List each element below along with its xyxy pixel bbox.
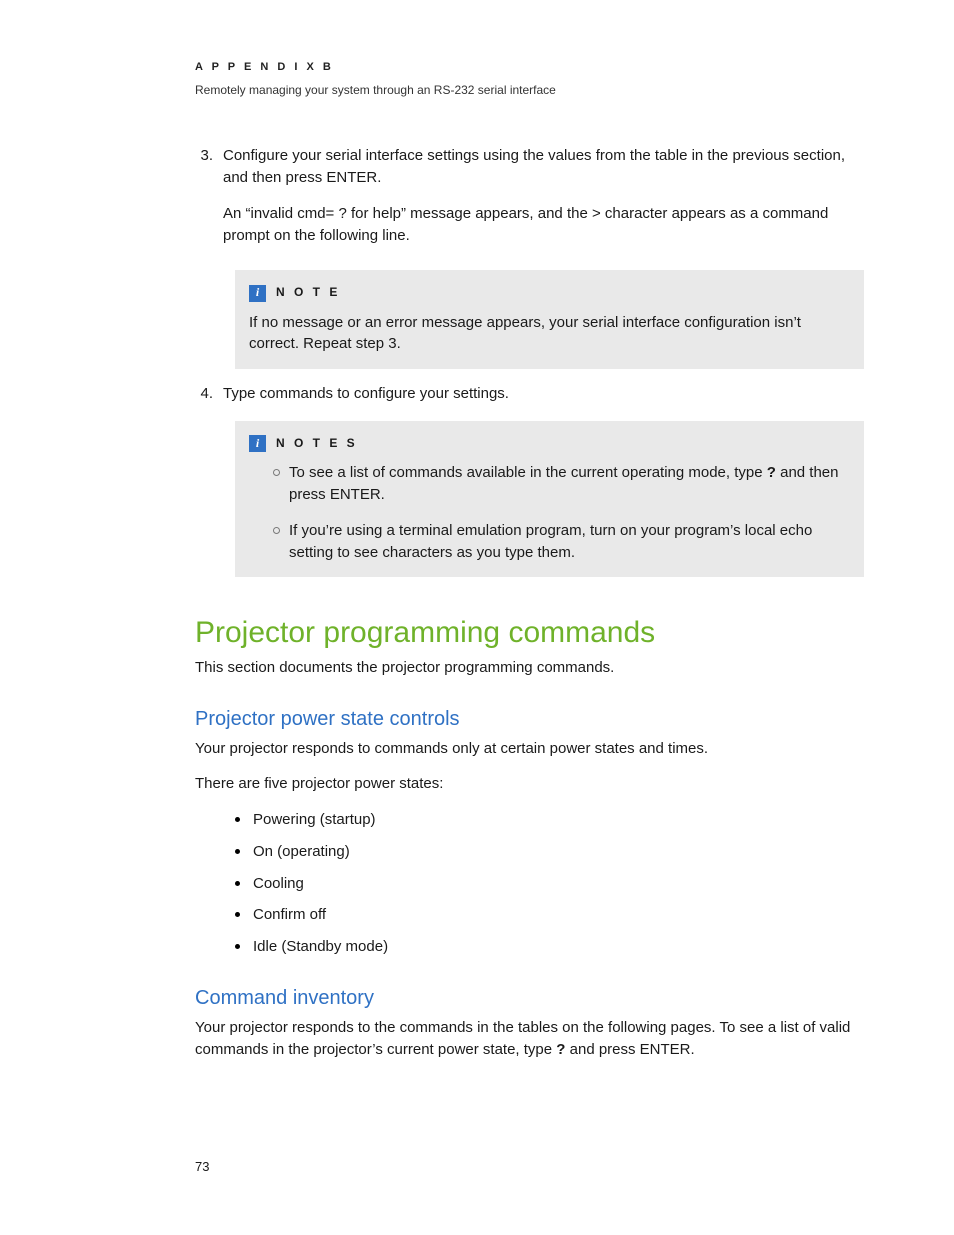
step-body: Configure your serial interface settings… <box>223 145 864 260</box>
step-4: 4. Type commands to configure your setti… <box>195 383 864 411</box>
step-3-p1: Configure your serial interface settings… <box>223 145 864 189</box>
list-item: On (operating) <box>235 841 864 863</box>
command-inventory-p1: Your projector responds to the commands … <box>195 1017 864 1061</box>
list-item: Confirm off <box>235 904 864 926</box>
info-icon: i <box>249 435 266 452</box>
note-callout: i N O T E If no message or an error mess… <box>235 270 864 369</box>
page-number: 73 <box>195 1158 209 1177</box>
power-state-p2: There are five projector power states: <box>195 773 864 795</box>
text-fragment: Your projector responds to the commands … <box>195 1019 850 1058</box>
notes-callout: i N O T E S To see a list of commands av… <box>235 421 864 577</box>
callout-list-item: If you’re using a terminal emulation pro… <box>273 520 848 564</box>
callout-header: i N O T E S <box>249 435 848 452</box>
list-item: Cooling <box>235 873 864 895</box>
appendix-eyebrow: A P P E N D I X B <box>195 60 864 76</box>
callout-title: N O T E <box>276 284 340 301</box>
callout-list: To see a list of commands available in t… <box>249 462 848 563</box>
step-body: Type commands to configure your settings… <box>223 383 864 411</box>
appendix-subtitle: Remotely managing your system through an… <box>195 82 864 99</box>
step-3-p2: An “invalid cmd= ? for help” message app… <box>223 203 864 247</box>
callout-header: i N O T E <box>249 284 848 301</box>
list-item: Powering (startup) <box>235 809 864 831</box>
bold-question-mark: ? <box>767 464 776 481</box>
callout-text: If no message or an error message appear… <box>249 312 848 356</box>
section-intro: This section documents the projector pro… <box>195 657 864 679</box>
step-3: 3. Configure your serial interface setti… <box>195 145 864 260</box>
callout-list-item: To see a list of commands available in t… <box>273 462 848 506</box>
step-number: 4. <box>195 383 223 411</box>
list-item: Idle (Standby mode) <box>235 936 864 958</box>
step-number: 3. <box>195 145 223 260</box>
page: A P P E N D I X B Remotely managing your… <box>0 0 954 1235</box>
power-state-p1: Your projector responds to commands only… <box>195 738 864 760</box>
section-heading-projector-programming: Projector programming commands <box>195 611 864 655</box>
text-fragment: To see a list of commands available in t… <box>289 464 767 481</box>
power-states-list: Powering (startup) On (operating) Coolin… <box>195 809 864 958</box>
info-icon: i <box>249 285 266 302</box>
subheading-power-state-controls: Projector power state controls <box>195 705 864 734</box>
subheading-command-inventory: Command inventory <box>195 984 864 1013</box>
step-4-p1: Type commands to configure your settings… <box>223 383 864 405</box>
text-fragment: and press ENTER. <box>565 1041 694 1058</box>
callout-title: N O T E S <box>276 435 358 452</box>
